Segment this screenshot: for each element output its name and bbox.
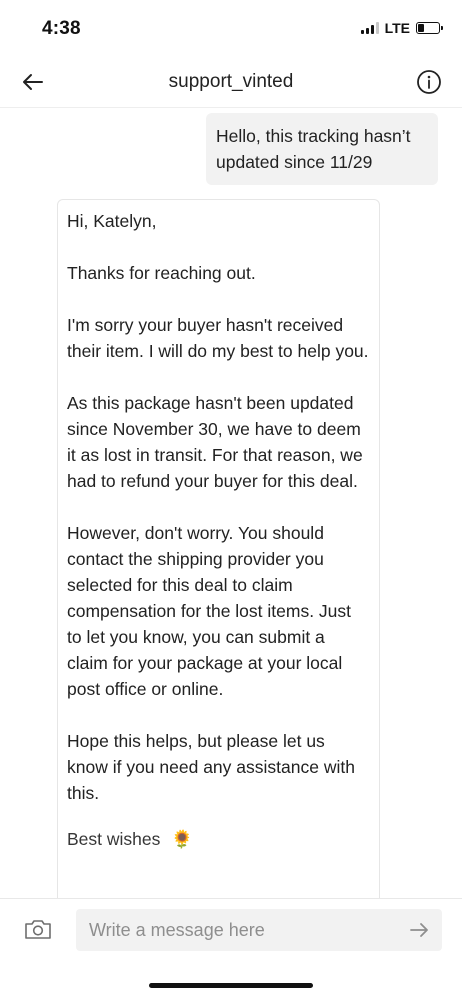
status-bar: 4:38 LTE xyxy=(0,0,462,56)
message-input-container xyxy=(76,909,442,951)
message-sign-off: Best wishes 🌻 xyxy=(67,826,370,852)
status-time: 4:38 xyxy=(42,18,81,39)
message-paragraph: Hi, Katelyn, xyxy=(67,211,157,231)
camera-icon[interactable] xyxy=(24,917,52,941)
conversation-title: support_vinted xyxy=(168,71,294,92)
outgoing-message: Hello, this tracking hasn’t updated sinc… xyxy=(206,113,438,185)
battery-icon xyxy=(416,22,443,34)
incoming-message: Hi, Katelyn, Thanks for reaching out. I'… xyxy=(57,199,380,898)
status-indicators: LTE xyxy=(360,20,443,36)
message-composer xyxy=(0,898,462,960)
message-list[interactable]: Hello, this tracking hasn’t updated sinc… xyxy=(0,108,462,898)
network-label: LTE xyxy=(384,20,410,36)
sunflower-emoji: 🌻 xyxy=(171,829,194,849)
arrow-right-icon[interactable] xyxy=(408,919,430,941)
home-indicator[interactable] xyxy=(149,983,313,988)
signal-icon xyxy=(360,22,379,34)
message-paragraph: As this package hasn't been updated sinc… xyxy=(67,393,363,491)
message-paragraph: However, don't worry. You should contact… xyxy=(67,523,352,699)
sign-off-text: Best wishes xyxy=(67,829,161,849)
message-input[interactable] xyxy=(76,909,396,951)
outgoing-message-text: Hello, this tracking hasn’t updated sinc… xyxy=(216,126,411,172)
conversation-header: support_vinted xyxy=(0,56,462,108)
message-paragraph: Thanks for reaching out. xyxy=(67,263,256,283)
message-paragraph: I'm sorry your buyer hasn't received the… xyxy=(67,315,369,361)
message-paragraph: Hope this helps, but please let us know … xyxy=(67,731,355,803)
info-circle-icon[interactable] xyxy=(416,69,442,95)
